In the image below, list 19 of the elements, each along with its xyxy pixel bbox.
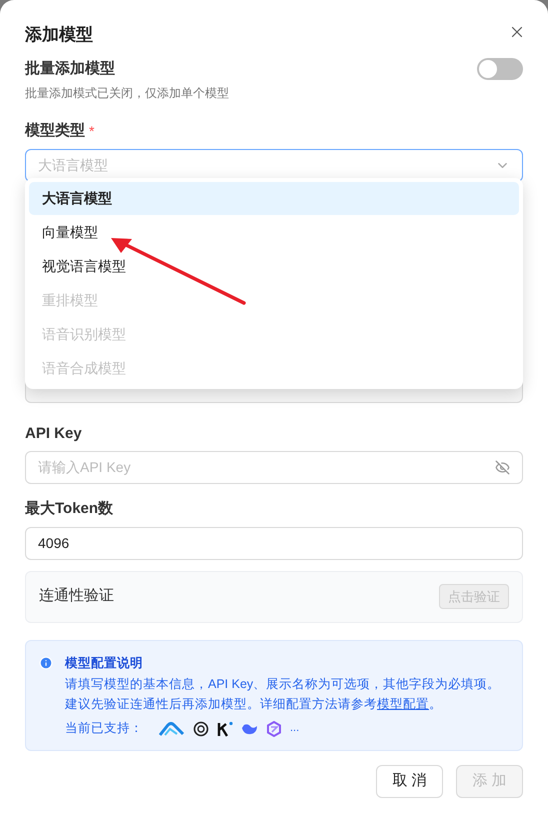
max-tokens-label: 最大Token数 [25,499,114,519]
model-type-label: 模型类型 [25,121,85,141]
batch-label: 批量添加模型 [25,58,115,78]
dropdown-option[interactable]: 视觉语言模型 [29,250,519,283]
info-text: 请填写模型的基本信息，API Key、展示名称为可选项，其他字段为必填项。建议先验证连通性后再添加模型。详细配置方法请参考模型配置。 [65,676,502,714]
dropdown-option[interactable]: 大语言模型 [29,182,519,215]
dropdown-option[interactable]: 向量模型 [29,216,519,249]
info-title: 模型配置说明 [65,654,144,672]
api-key-label: API Key [25,424,83,444]
connectivity-label: 连通性验证 [39,586,114,606]
more-text: ... [290,721,300,736]
max-tokens-input-field[interactable]: 4096 [25,526,523,560]
required-mark: * [89,122,94,141]
model-config-link[interactable]: 模型配置 [377,697,429,712]
batch-hint: 批量添加模式已关闭，仅添加单个模型 [25,85,230,102]
cancel-button[interactable]: 取 消 [376,765,443,798]
supported-label: 当前已支持： [65,720,143,738]
api-key-input-field[interactable]: 请输入API Key [25,451,523,484]
dialog-title: 添加模型 [25,24,93,46]
